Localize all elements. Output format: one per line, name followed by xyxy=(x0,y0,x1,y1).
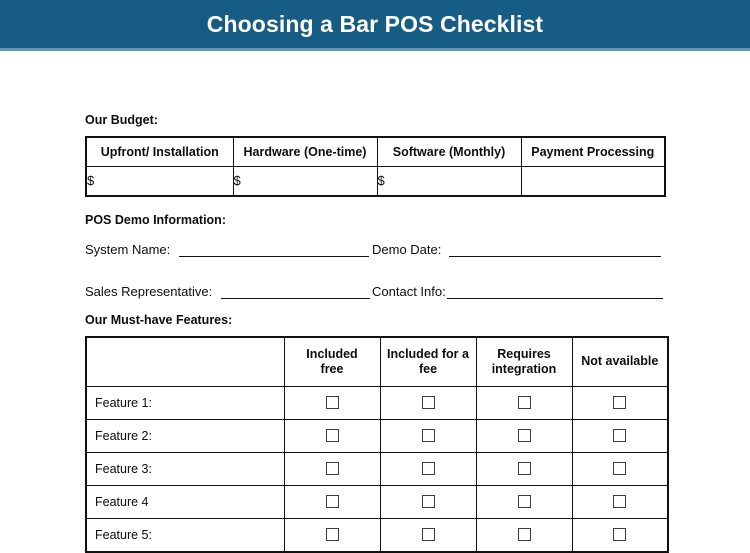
checkbox-icon[interactable] xyxy=(421,395,435,409)
feature-1-included-free-cell[interactable] xyxy=(283,385,381,420)
budget-section: Our Budget: Upfront/ Installation Hardwa… xyxy=(85,113,666,197)
feature-1-requires-integration-cell[interactable] xyxy=(475,385,573,420)
features-col-included-free-line1: Included xyxy=(306,346,358,361)
demo-info-row-1: System Name: Demo Date: xyxy=(85,238,665,257)
checkbox-icon[interactable] xyxy=(421,428,435,442)
budget-col-payment: Payment Processing xyxy=(520,136,666,167)
contact-info-field[interactable]: Contact Info: xyxy=(372,284,665,299)
demo-info-section-label: POS Demo Information: xyxy=(85,213,226,227)
feature-2-included-free-cell[interactable] xyxy=(283,418,381,453)
feature-5-included-free-cell[interactable] xyxy=(283,517,381,552)
feature-3-requires-integration-cell[interactable] xyxy=(475,451,573,486)
sales-representative-input-rule[interactable] xyxy=(221,284,371,299)
features-row-header-blank xyxy=(85,336,285,387)
feature-3-label[interactable]: Feature 3: xyxy=(85,451,285,486)
feature-2-included-fee-cell[interactable] xyxy=(379,418,477,453)
sales-representative-label: Sales Representative: xyxy=(85,283,213,299)
budget-table-header-row: Upfront/ Installation Hardware (One-time… xyxy=(85,136,666,167)
demo-date-input-rule[interactable] xyxy=(449,242,662,257)
budget-table-value-row: $ $ $ xyxy=(85,165,666,196)
feature-3-included-fee-cell[interactable] xyxy=(379,451,477,486)
checkbox-icon[interactable] xyxy=(325,461,339,475)
table-row: Feature 1: xyxy=(85,385,669,420)
page-header-banner: Choosing a Bar POS Checklist xyxy=(0,0,750,48)
contact-info-input-rule[interactable] xyxy=(446,284,663,299)
checkbox-icon[interactable] xyxy=(613,395,627,409)
features-col-requires-integration-line1: Requires xyxy=(497,346,551,361)
feature-5-not-available-cell[interactable] xyxy=(571,517,669,552)
budget-value-payment[interactable] xyxy=(520,165,666,196)
system-name-field[interactable]: System Name: xyxy=(85,242,372,257)
features-table-header-row: Included free Included for a fee Require… xyxy=(85,336,669,387)
features-col-included-for-a-fee: Included for a fee xyxy=(379,336,477,387)
features-col-included-free-line2: free xyxy=(320,361,344,376)
checkbox-icon[interactable] xyxy=(613,527,627,541)
budget-value-hardware[interactable]: $ xyxy=(232,165,378,196)
budget-col-upfront: Upfront/ Installation xyxy=(85,136,234,167)
table-row: Feature 2: xyxy=(85,418,669,453)
feature-1-label[interactable]: Feature 1: xyxy=(85,385,285,420)
features-col-included-free: Included free xyxy=(283,336,381,387)
checkbox-icon[interactable] xyxy=(325,494,339,508)
table-row: Feature 4 xyxy=(85,484,669,519)
budget-value-software[interactable]: $ xyxy=(376,165,522,196)
budget-section-label: Our Budget: xyxy=(85,113,158,127)
feature-2-label[interactable]: Feature 2: xyxy=(85,418,285,453)
demo-date-field[interactable]: Demo Date: xyxy=(372,242,665,257)
features-section-label: Our Must-have Features: xyxy=(85,313,233,327)
checkbox-icon[interactable] xyxy=(613,461,627,475)
contact-info-label: Contact Info: xyxy=(372,283,446,299)
feature-3-included-free-cell[interactable] xyxy=(283,451,381,486)
demo-date-label: Demo Date: xyxy=(372,241,442,257)
header-accent-rule xyxy=(0,48,750,51)
feature-5-requires-integration-cell[interactable] xyxy=(475,517,573,552)
feature-4-included-fee-cell[interactable] xyxy=(379,484,477,519)
sales-representative-field[interactable]: Sales Representative: xyxy=(85,284,372,299)
feature-2-not-available-cell[interactable] xyxy=(571,418,669,453)
feature-1-included-fee-cell[interactable] xyxy=(379,385,477,420)
checkbox-icon[interactable] xyxy=(517,395,531,409)
system-name-input-rule[interactable] xyxy=(179,242,370,257)
feature-3-not-available-cell[interactable] xyxy=(571,451,669,486)
features-col-requires-integration-line2: integration xyxy=(491,361,557,376)
demo-info-section: POS Demo Information: System Name: Demo … xyxy=(85,214,665,299)
system-name-label: System Name: xyxy=(85,241,171,257)
features-table: Included free Included for a fee Require… xyxy=(85,335,669,553)
feature-5-included-fee-cell[interactable] xyxy=(379,517,477,552)
page-title: Choosing a Bar POS Checklist xyxy=(206,10,544,37)
feature-4-label[interactable]: Feature 4 xyxy=(85,484,285,519)
feature-4-included-free-cell[interactable] xyxy=(283,484,381,519)
feature-4-requires-integration-cell[interactable] xyxy=(475,484,573,519)
checkbox-icon[interactable] xyxy=(421,494,435,508)
features-section: Our Must-have Features: Included free In… xyxy=(85,313,669,553)
checkbox-icon[interactable] xyxy=(517,428,531,442)
budget-col-software: Software (Monthly) xyxy=(376,136,522,167)
table-row: Feature 5: xyxy=(85,517,669,552)
checkbox-icon[interactable] xyxy=(517,461,531,475)
checkbox-icon[interactable] xyxy=(325,527,339,541)
table-row: Feature 3: xyxy=(85,451,669,486)
checkbox-icon[interactable] xyxy=(517,527,531,541)
checkbox-icon[interactable] xyxy=(613,428,627,442)
features-col-not-available-line1: Not available xyxy=(581,354,659,368)
checkbox-icon[interactable] xyxy=(325,428,339,442)
features-col-not-available: Not available xyxy=(571,336,669,387)
checkbox-icon[interactable] xyxy=(421,527,435,541)
checkbox-icon[interactable] xyxy=(613,494,627,508)
checkbox-icon[interactable] xyxy=(421,461,435,475)
checkbox-icon[interactable] xyxy=(325,395,339,409)
feature-2-requires-integration-cell[interactable] xyxy=(475,418,573,453)
feature-5-label[interactable]: Feature 5: xyxy=(85,517,285,552)
budget-table: Upfront/ Installation Hardware (One-time… xyxy=(85,135,666,197)
demo-info-row-2: Sales Representative: Contact Info: xyxy=(85,280,665,299)
feature-4-not-available-cell[interactable] xyxy=(571,484,669,519)
features-col-requires-integration: Requires integration xyxy=(475,336,573,387)
feature-1-not-available-cell[interactable] xyxy=(571,385,669,420)
features-col-included-fee-line2: fee xyxy=(418,361,438,376)
budget-col-hardware: Hardware (One-time) xyxy=(232,136,378,167)
features-col-included-fee-line1: Included for a xyxy=(387,346,469,361)
checkbox-icon[interactable] xyxy=(517,494,531,508)
budget-value-upfront[interactable]: $ xyxy=(85,165,234,196)
